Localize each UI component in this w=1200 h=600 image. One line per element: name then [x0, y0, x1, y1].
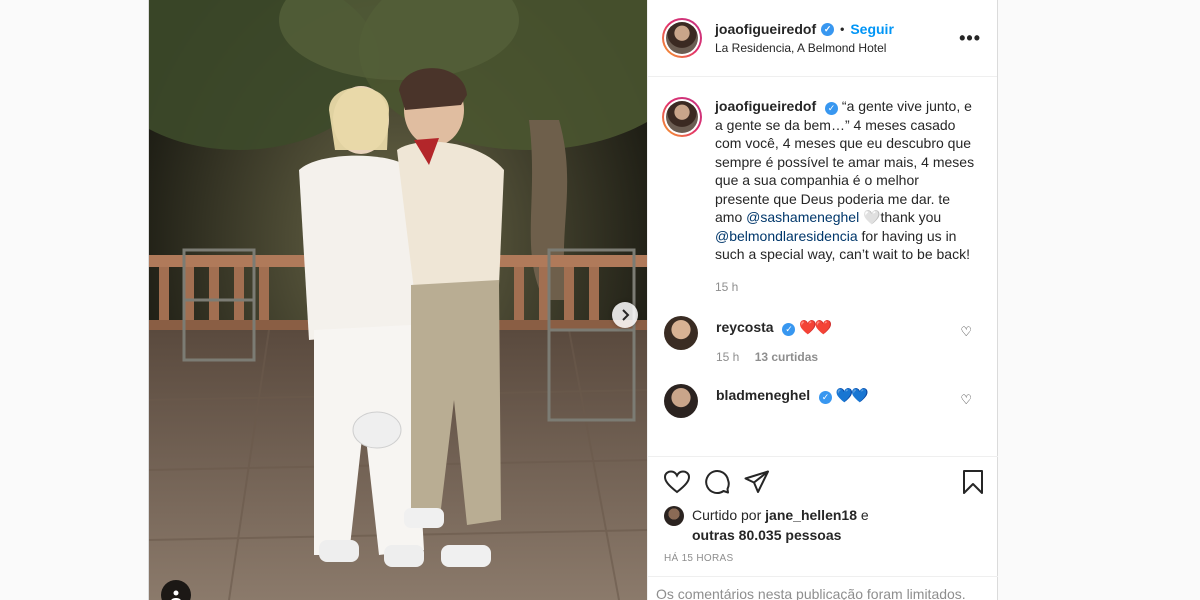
verified-badge-icon: ✓ — [825, 101, 839, 115]
comment-text: ❤️❤️ — [799, 319, 832, 335]
comments-list[interactable]: joaofigueiredof ✓ “a gente vive junto, e… — [648, 77, 998, 456]
likes-prefix: Curtido por — [692, 507, 766, 523]
follow-button[interactable]: Seguir — [850, 21, 894, 37]
mention-link[interactable]: @sashameneghel — [746, 209, 859, 225]
bookmark-icon[interactable] — [962, 469, 984, 495]
post-modal: joaofigueiredof ✓ • Seguir La Residencia… — [148, 0, 998, 600]
comments-limited-notice: Os comentários nesta publicação foram li… — [648, 576, 998, 600]
author-username[interactable]: joaofigueiredof — [715, 21, 816, 37]
post-header: joaofigueiredof ✓ • Seguir La Residencia… — [648, 0, 997, 77]
comment-username[interactable]: reycosta — [716, 319, 774, 335]
comment-likes[interactable]: 13 curtidas — [755, 350, 818, 364]
likes-middle: e — [856, 507, 869, 523]
comment-item: bladmeneghel ✓ 💙💙 ♡ — [648, 384, 998, 418]
likes-others[interactable]: outras 80.035 pessoas — [692, 527, 841, 543]
photo-illustration — [149, 0, 647, 600]
verified-badge-icon: ✓ — [819, 391, 833, 404]
comment-avatar[interactable] — [664, 316, 698, 350]
separator-dot: • — [840, 22, 845, 36]
page: joaofigueiredof ✓ • Seguir La Residencia… — [0, 0, 1200, 600]
like-comment-heart-icon[interactable]: ♡ — [960, 324, 972, 340]
caption: joaofigueiredof ✓ “a gente vive junto, e… — [648, 77, 998, 296]
caption-text-1: “a gente vive junto, e a gente se da bem… — [715, 98, 975, 225]
liker-username[interactable]: jane_hellen18 — [765, 507, 857, 523]
caption-avatar[interactable] — [662, 97, 702, 137]
comment-icon[interactable] — [704, 469, 730, 495]
more-options-icon[interactable]: ••• — [959, 28, 981, 49]
post-photo[interactable] — [149, 0, 647, 600]
next-photo-button[interactable] — [612, 302, 638, 328]
verified-badge-icon: ✓ — [821, 22, 835, 36]
comment-username[interactable]: bladmeneghel — [716, 387, 810, 403]
post-sidebar: joaofigueiredof ✓ • Seguir La Residencia… — [647, 0, 998, 600]
user-tag-icon — [170, 589, 182, 600]
chevron-right-icon — [620, 309, 630, 321]
heart-icon[interactable] — [664, 470, 690, 494]
verified-badge-icon: ✓ — [782, 323, 796, 336]
mention-link[interactable]: @belmondlaresidencia — [715, 228, 858, 244]
caption-time[interactable]: 15 h — [715, 278, 975, 297]
like-comment-heart-icon[interactable]: ♡ — [960, 392, 972, 408]
post-location[interactable]: La Residencia, A Belmond Hotel — [715, 41, 959, 55]
comment-text: 💙💙 — [835, 387, 869, 403]
caption-username[interactable]: joaofigueiredof — [715, 98, 816, 114]
comment-item: reycosta ✓ ❤️❤️ 15 h 13 curtidas ♡ — [648, 316, 998, 364]
share-icon[interactable] — [744, 470, 770, 494]
comment-avatar[interactable] — [664, 384, 698, 418]
post-actions: Curtido por jane_hellen18 e outras 80.03… — [648, 456, 998, 564]
comment-time[interactable]: 15 h — [716, 350, 739, 364]
likes-summary: Curtido por jane_hellen18 e outras 80.03… — [664, 505, 984, 545]
liker-avatar[interactable] — [664, 506, 684, 526]
author-avatar[interactable] — [662, 18, 702, 58]
post-timestamp[interactable]: HÁ 15 HORAS — [664, 553, 984, 564]
caption-text-2: 🤍thank you — [859, 209, 942, 225]
